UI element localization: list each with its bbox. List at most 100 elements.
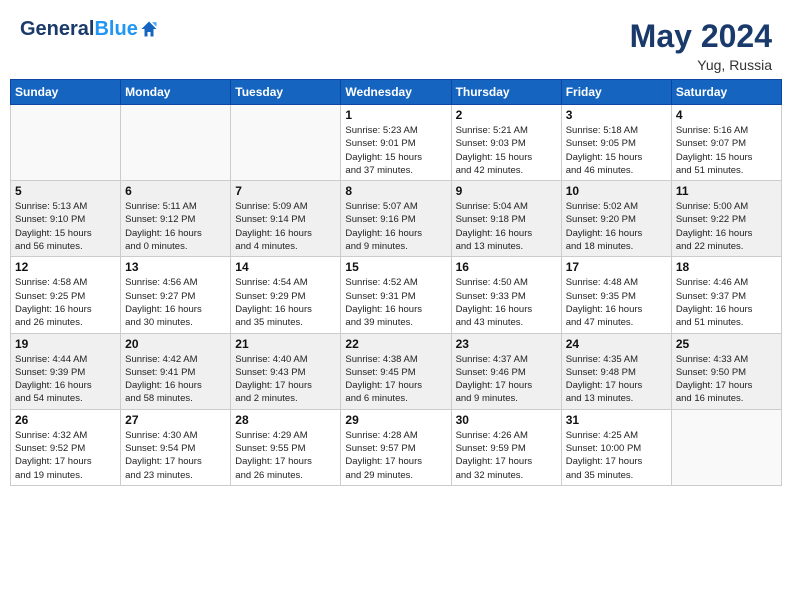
day-number: 29 xyxy=(345,413,446,427)
day-detail: Sunrise: 4:52 AMSunset: 9:31 PMDaylight:… xyxy=(345,276,446,329)
table-row: 1 Sunrise: 5:23 AMSunset: 9:01 PMDaylight… xyxy=(341,105,451,181)
day-detail: Sunrise: 4:42 AMSunset: 9:41 PMDaylight:… xyxy=(125,353,226,406)
day-number: 21 xyxy=(235,337,336,351)
day-detail: Sunrise: 4:28 AMSunset: 9:57 PMDaylight:… xyxy=(345,429,446,482)
day-detail: Sunrise: 5:16 AMSunset: 9:07 PMDaylight:… xyxy=(676,124,777,177)
table-row xyxy=(11,105,121,181)
day-detail: Sunrise: 4:46 AMSunset: 9:37 PMDaylight:… xyxy=(676,276,777,329)
table-row: 6 Sunrise: 5:11 AMSunset: 9:12 PMDaylight… xyxy=(121,181,231,257)
day-number: 19 xyxy=(15,337,116,351)
day-number: 10 xyxy=(566,184,667,198)
calendar-week-row: 12 Sunrise: 4:58 AMSunset: 9:25 PMDayligh… xyxy=(11,257,782,333)
day-number: 16 xyxy=(456,260,557,274)
day-number: 2 xyxy=(456,108,557,122)
table-row: 21 Sunrise: 4:40 AMSunset: 9:43 PMDayligh… xyxy=(231,333,341,409)
table-row xyxy=(121,105,231,181)
table-row: 22 Sunrise: 4:38 AMSunset: 9:45 PMDayligh… xyxy=(341,333,451,409)
col-sunday: Sunday xyxy=(11,80,121,105)
day-number: 7 xyxy=(235,184,336,198)
table-row: 3 Sunrise: 5:18 AMSunset: 9:05 PMDaylight… xyxy=(561,105,671,181)
day-detail: Sunrise: 5:04 AMSunset: 9:18 PMDaylight:… xyxy=(456,200,557,253)
day-detail: Sunrise: 5:13 AMSunset: 9:10 PMDaylight:… xyxy=(15,200,116,253)
logo-text: GeneralBlue xyxy=(20,18,138,40)
table-row: 8 Sunrise: 5:07 AMSunset: 9:16 PMDaylight… xyxy=(341,181,451,257)
table-row: 5 Sunrise: 5:13 AMSunset: 9:10 PMDaylight… xyxy=(11,181,121,257)
table-row: 11Sunrise: 5:00 AMSunset: 9:22 PMDayligh… xyxy=(671,181,781,257)
day-number: 9 xyxy=(456,184,557,198)
col-thursday: Thursday xyxy=(451,80,561,105)
day-detail: Sunrise: 4:38 AMSunset: 9:45 PMDaylight:… xyxy=(345,353,446,406)
day-number: 5 xyxy=(15,184,116,198)
table-row: 20Sunrise: 4:42 AMSunset: 9:41 PMDayligh… xyxy=(121,333,231,409)
day-number: 22 xyxy=(345,337,446,351)
day-detail: Sunrise: 4:56 AMSunset: 9:27 PMDaylight:… xyxy=(125,276,226,329)
table-row: 16 Sunrise: 4:50 AMSunset: 9:33 PMDayligh… xyxy=(451,257,561,333)
col-wednesday: Wednesday xyxy=(341,80,451,105)
day-detail: Sunrise: 4:40 AMSunset: 9:43 PMDaylight:… xyxy=(235,353,336,406)
page-header: GeneralBlue May 2024 Yug, Russia xyxy=(10,10,782,79)
table-row: 13 Sunrise: 4:56 AMSunset: 9:27 PMDayligh… xyxy=(121,257,231,333)
day-number: 12 xyxy=(15,260,116,274)
day-detail: Sunrise: 4:25 AMSunset: 10:00 PMDaylight… xyxy=(566,429,667,482)
table-row xyxy=(231,105,341,181)
logo-icon xyxy=(140,20,158,38)
day-number: 28 xyxy=(235,413,336,427)
table-row: 9 Sunrise: 5:04 AMSunset: 9:18 PMDaylight… xyxy=(451,181,561,257)
day-number: 18 xyxy=(676,260,777,274)
table-row: 2 Sunrise: 5:21 AMSunset: 9:03 PMDaylight… xyxy=(451,105,561,181)
day-number: 6 xyxy=(125,184,226,198)
day-detail: Sunrise: 5:09 AMSunset: 9:14 PMDaylight:… xyxy=(235,200,336,253)
day-detail: Sunrise: 5:18 AMSunset: 9:05 PMDaylight:… xyxy=(566,124,667,177)
day-detail: Sunrise: 4:58 AMSunset: 9:25 PMDaylight:… xyxy=(15,276,116,329)
day-number: 17 xyxy=(566,260,667,274)
day-number: 27 xyxy=(125,413,226,427)
day-detail: Sunrise: 4:32 AMSunset: 9:52 PMDaylight:… xyxy=(15,429,116,482)
table-row: 26 Sunrise: 4:32 AMSunset: 9:52 PMDayligh… xyxy=(11,409,121,485)
day-number: 8 xyxy=(345,184,446,198)
day-detail: Sunrise: 4:33 AMSunset: 9:50 PMDaylight:… xyxy=(676,353,777,406)
table-row: 15Sunrise: 4:52 AMSunset: 9:31 PMDayligh… xyxy=(341,257,451,333)
day-detail: Sunrise: 4:54 AMSunset: 9:29 PMDaylight:… xyxy=(235,276,336,329)
day-detail: Sunrise: 5:00 AMSunset: 9:22 PMDaylight:… xyxy=(676,200,777,253)
day-detail: Sunrise: 4:48 AMSunset: 9:35 PMDaylight:… xyxy=(566,276,667,329)
col-tuesday: Tuesday xyxy=(231,80,341,105)
day-detail: Sunrise: 5:21 AMSunset: 9:03 PMDaylight:… xyxy=(456,124,557,177)
table-row: 14Sunrise: 4:54 AMSunset: 9:29 PMDayligh… xyxy=(231,257,341,333)
day-number: 26 xyxy=(15,413,116,427)
table-row: 7 Sunrise: 5:09 AMSunset: 9:14 PMDaylight… xyxy=(231,181,341,257)
calendar-week-row: 1 Sunrise: 5:23 AMSunset: 9:01 PMDaylight… xyxy=(11,105,782,181)
col-saturday: Saturday xyxy=(671,80,781,105)
table-row: 25 Sunrise: 4:33 AMSunset: 9:50 PMDayligh… xyxy=(671,333,781,409)
table-row: 10Sunrise: 5:02 AMSunset: 9:20 PMDayligh… xyxy=(561,181,671,257)
table-row: 4 Sunrise: 5:16 AMSunset: 9:07 PMDaylight… xyxy=(671,105,781,181)
day-detail: Sunrise: 4:30 AMSunset: 9:54 PMDaylight:… xyxy=(125,429,226,482)
col-monday: Monday xyxy=(121,80,231,105)
table-row: 29 Sunrise: 4:28 AMSunset: 9:57 PMDayligh… xyxy=(341,409,451,485)
day-number: 25 xyxy=(676,337,777,351)
table-row: 28Sunrise: 4:29 AMSunset: 9:55 PMDayligh… xyxy=(231,409,341,485)
table-row: 23Sunrise: 4:37 AMSunset: 9:46 PMDayligh… xyxy=(451,333,561,409)
day-detail: Sunrise: 4:37 AMSunset: 9:46 PMDaylight:… xyxy=(456,353,557,406)
day-number: 24 xyxy=(566,337,667,351)
table-row: 24 Sunrise: 4:35 AMSunset: 9:48 PMDayligh… xyxy=(561,333,671,409)
day-detail: Sunrise: 4:35 AMSunset: 9:48 PMDaylight:… xyxy=(566,353,667,406)
col-friday: Friday xyxy=(561,80,671,105)
day-number: 31 xyxy=(566,413,667,427)
calendar-week-row: 5 Sunrise: 5:13 AMSunset: 9:10 PMDaylight… xyxy=(11,181,782,257)
day-detail: Sunrise: 5:07 AMSunset: 9:16 PMDaylight:… xyxy=(345,200,446,253)
day-number: 1 xyxy=(345,108,446,122)
table-row: 17 Sunrise: 4:48 AMSunset: 9:35 PMDayligh… xyxy=(561,257,671,333)
day-detail: Sunrise: 4:50 AMSunset: 9:33 PMDaylight:… xyxy=(456,276,557,329)
day-number: 4 xyxy=(676,108,777,122)
location: Yug, Russia xyxy=(630,57,772,73)
table-row: 27 Sunrise: 4:30 AMSunset: 9:54 PMDayligh… xyxy=(121,409,231,485)
day-number: 13 xyxy=(125,260,226,274)
table-row: 30Sunrise: 4:26 AMSunset: 9:59 PMDayligh… xyxy=(451,409,561,485)
day-detail: Sunrise: 4:44 AMSunset: 9:39 PMDaylight:… xyxy=(15,353,116,406)
day-detail: Sunrise: 5:23 AMSunset: 9:01 PMDaylight:… xyxy=(345,124,446,177)
table-row: 12 Sunrise: 4:58 AMSunset: 9:25 PMDayligh… xyxy=(11,257,121,333)
day-number: 3 xyxy=(566,108,667,122)
day-detail: Sunrise: 5:11 AMSunset: 9:12 PMDaylight:… xyxy=(125,200,226,253)
table-row: 19 Sunrise: 4:44 AMSunset: 9:39 PMDayligh… xyxy=(11,333,121,409)
table-row xyxy=(671,409,781,485)
